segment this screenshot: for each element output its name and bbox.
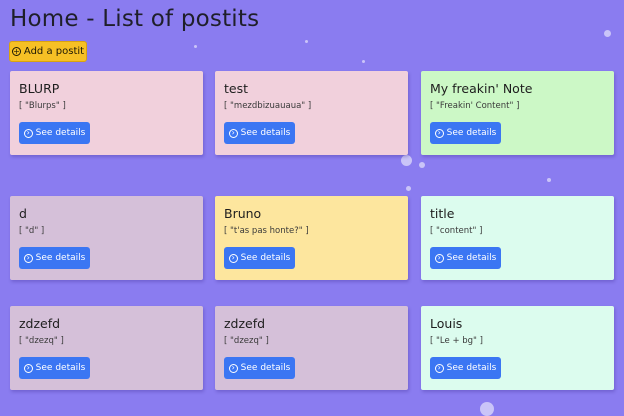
see-details-button[interactable]: › See details bbox=[224, 122, 295, 144]
page-title: Home - List of postits bbox=[10, 6, 260, 32]
postit-content: [ "Le + bg" ] bbox=[430, 336, 483, 346]
background-bubble bbox=[480, 402, 494, 416]
postit-card: Louis [ "Le + bg" ] › See details bbox=[421, 306, 614, 390]
arrow-right-circle-icon: › bbox=[228, 363, 238, 373]
postit-card: My freakin' Note [ "Freakin' Content" ] … bbox=[421, 71, 614, 155]
arrow-right-circle-icon: › bbox=[434, 363, 444, 373]
postit-content: [ "t'as pas honte?" ] bbox=[224, 226, 309, 236]
see-details-label: See details bbox=[240, 128, 291, 138]
postit-title: Bruno bbox=[224, 206, 262, 221]
postit-card: test [ "mezdbizuauaua" ] › See details bbox=[215, 71, 408, 155]
see-details-label: See details bbox=[35, 253, 86, 263]
postit-title: My freakin' Note bbox=[430, 81, 533, 96]
arrow-right-circle-icon: › bbox=[23, 363, 33, 373]
postit-content: [ "dzezq" ] bbox=[19, 336, 64, 346]
postit-title: test bbox=[224, 81, 249, 96]
postit-title: BLURP bbox=[19, 81, 60, 96]
add-postit-button[interactable]: + Add a postit bbox=[9, 41, 87, 62]
arrow-right-circle-icon: › bbox=[228, 253, 238, 263]
postit-content: [ "Freakin' Content" ] bbox=[430, 101, 520, 111]
postit-card: title [ "content" ] › See details bbox=[421, 196, 614, 280]
postit-title: zdzefd bbox=[19, 316, 61, 331]
arrow-right-circle-icon: › bbox=[434, 128, 444, 138]
background-bubble bbox=[419, 162, 425, 168]
see-details-label: See details bbox=[240, 363, 291, 373]
background-bubble bbox=[362, 60, 365, 63]
see-details-button[interactable]: › See details bbox=[224, 357, 295, 379]
background-bubble bbox=[547, 178, 551, 182]
see-details-button[interactable]: › See details bbox=[430, 357, 501, 379]
see-details-label: See details bbox=[446, 363, 497, 373]
see-details-button[interactable]: › See details bbox=[19, 122, 90, 144]
background-bubble bbox=[401, 155, 412, 166]
postit-card: d [ "d" ] › See details bbox=[10, 196, 203, 280]
postit-card: zdzefd [ "dzezq" ] › See details bbox=[10, 306, 203, 390]
see-details-label: See details bbox=[446, 253, 497, 263]
postit-content: [ "dzezq" ] bbox=[224, 336, 269, 346]
see-details-button[interactable]: › See details bbox=[430, 122, 501, 144]
see-details-label: See details bbox=[446, 128, 497, 138]
background-bubble bbox=[604, 30, 611, 37]
see-details-button[interactable]: › See details bbox=[19, 357, 90, 379]
postit-content: [ "content" ] bbox=[430, 226, 483, 236]
arrow-right-circle-icon: › bbox=[23, 253, 33, 263]
postit-content: [ "d" ] bbox=[19, 226, 45, 236]
see-details-button[interactable]: › See details bbox=[19, 247, 90, 269]
background-bubble bbox=[194, 45, 197, 48]
see-details-button[interactable]: › See details bbox=[430, 247, 501, 269]
postit-content: [ "mezdbizuauaua" ] bbox=[224, 101, 312, 111]
arrow-right-circle-icon: › bbox=[23, 128, 33, 138]
background-bubble bbox=[305, 40, 308, 43]
plus-circle-icon: + bbox=[11, 46, 21, 56]
postit-card: Bruno [ "t'as pas honte?" ] › See detail… bbox=[215, 196, 408, 280]
background-bubble bbox=[406, 186, 411, 191]
postit-card: BLURP [ "Blurps" ] › See details bbox=[10, 71, 203, 155]
see-details-label: See details bbox=[35, 363, 86, 373]
arrow-right-circle-icon: › bbox=[228, 128, 238, 138]
postit-card: zdzefd [ "dzezq" ] › See details bbox=[215, 306, 408, 390]
postit-content: [ "Blurps" ] bbox=[19, 101, 66, 111]
see-details-label: See details bbox=[35, 128, 86, 138]
postit-title: Louis bbox=[430, 316, 463, 331]
add-postit-label: Add a postit bbox=[23, 46, 85, 57]
postit-title: title bbox=[430, 206, 455, 221]
see-details-button[interactable]: › See details bbox=[224, 247, 295, 269]
arrow-right-circle-icon: › bbox=[434, 253, 444, 263]
postit-title: d bbox=[19, 206, 27, 221]
see-details-label: See details bbox=[240, 253, 291, 263]
postit-title: zdzefd bbox=[224, 316, 266, 331]
